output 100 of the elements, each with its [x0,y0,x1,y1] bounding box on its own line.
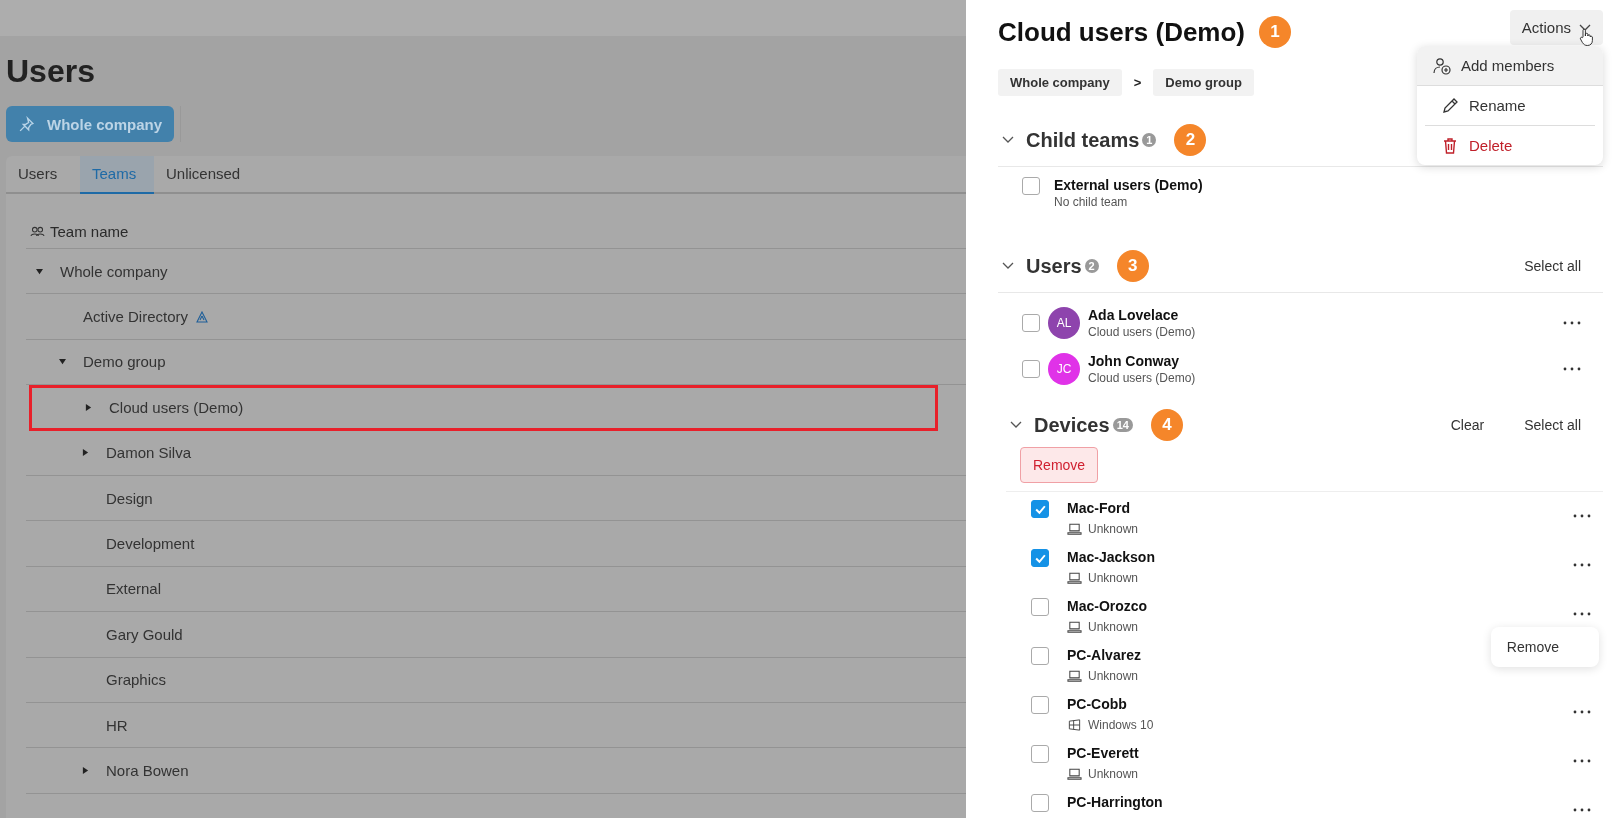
team-name[interactable]: Active Directory [83,308,189,326]
checkbox[interactable] [1031,745,1049,763]
team-name[interactable]: Design [106,489,153,507]
team-name[interactable]: HR [106,716,128,734]
checkbox[interactable] [1022,314,1040,332]
section-title: Users [1026,254,1082,278]
hand-cursor-icon [1579,28,1593,46]
team-name[interactable]: Nora Bowen [106,762,189,779]
more-options-button[interactable] [1563,367,1581,371]
count-badge: 1 [1142,133,1157,147]
more-options-button[interactable] [1563,321,1581,325]
table-row[interactable]: HR [26,702,966,749]
user-team: Cloud users (Demo) [1088,371,1196,385]
team-name[interactable]: Graphics [106,671,167,689]
clear-link[interactable]: Clear [1450,417,1485,433]
count-badge: 2 [1084,259,1099,273]
tab[interactable]: Users [6,156,80,192]
table-row[interactable]: Gary Gould [26,612,966,658]
chevron-icon[interactable] [1002,136,1014,144]
checkbox[interactable] [1031,549,1049,567]
more-options-button[interactable] [1573,759,1591,763]
column-header: Team name [50,222,129,240]
checkbox[interactable] [1031,696,1049,714]
table-row[interactable]: Active Directory [26,294,966,340]
select-all-link[interactable]: Select all [1524,258,1581,274]
device-name: PC-Cobb [1067,696,1128,712]
device-name: Mac-Ford [1067,500,1131,516]
chevron-icon[interactable] [1010,421,1022,429]
table-row[interactable]: Damon Silva [26,430,966,476]
menu-item[interactable]: Delete [1425,126,1595,165]
laptop-icon [1067,572,1082,584]
select-all-link[interactable]: Select all [1524,417,1581,433]
table-row[interactable]: Design [26,475,966,522]
laptop-icon [1067,768,1082,780]
device-os: Windows 10 [1088,718,1154,732]
table-row[interactable]: Graphics [26,657,966,703]
laptop-icon [1067,621,1082,633]
windows-icon [1067,719,1082,731]
team-detail: No child team [1054,195,1129,209]
checkbox[interactable] [1031,500,1049,518]
team-name[interactable]: Damon Silva [106,444,192,462]
count-badge: 14 [1112,418,1133,432]
team-name[interactable]: Development [106,535,195,553]
team-name[interactable]: Cloud users (Demo) [109,398,244,416]
chevron-icon[interactable] [1002,262,1014,270]
device-os: Unknown [1088,767,1139,781]
expanded-arrow-icon[interactable] [59,358,66,366]
device-os: Unknown [1088,571,1139,585]
panel-title: Cloud users (Demo) [998,16,1246,48]
checkbox[interactable] [1022,360,1040,378]
expanded-arrow-icon[interactable] [36,267,43,275]
breadcrumb-chip[interactable]: Whole company [998,69,1122,96]
checkbox[interactable] [1031,794,1049,812]
highlighted-row[interactable]: Cloud users (Demo) [29,385,938,431]
checkbox[interactable] [1031,598,1049,616]
device-name: Mac-Jackson [1067,549,1155,565]
table-row[interactable]: External [26,566,966,613]
pencil-icon [1441,96,1459,115]
user-name: Ada Lovelace [1088,307,1180,323]
user-team: Cloud users (Demo) [1088,325,1196,339]
team-name[interactable]: Whole company [60,262,168,280]
table-row[interactable]: Whole company [26,249,966,295]
section-title: Child teams [1026,128,1140,152]
menu-item[interactable]: Rename [1425,86,1595,126]
device-name: PC-Alvarez [1067,647,1141,663]
more-options-button[interactable] [1573,612,1591,616]
collapsed-arrow-icon[interactable] [82,767,89,774]
tab[interactable]: Unlicensed [154,156,253,192]
remove-button[interactable]: Remove [1020,447,1099,483]
more-options-button[interactable] [1573,710,1591,714]
checkbox[interactable] [1022,177,1040,195]
team-name: External users (Demo) [1054,177,1203,193]
people-icon [30,225,45,237]
callout-badge: 1 [1259,16,1292,48]
breadcrumb-chip[interactable]: Demo group [1153,69,1254,96]
actions-button[interactable]: Actions [1509,10,1603,45]
checkbox[interactable] [1031,647,1049,665]
pin-icon [18,115,35,133]
collapsed-arrow-icon[interactable] [82,449,89,457]
table-row[interactable]: Nora Bowen [26,748,966,794]
table-row[interactable]: Development [26,521,966,567]
row-menu-remove[interactable]: Remove [1490,627,1599,667]
callout-badge: 3 [1116,250,1149,282]
avatar: JC [1048,353,1080,385]
menu-item[interactable]: Add members [1417,46,1603,86]
device-name: PC-Harrington [1067,794,1163,810]
team-name[interactable]: External [106,580,162,598]
device-os: Unknown [1088,522,1139,536]
more-options-button[interactable] [1573,514,1591,518]
more-options-button[interactable] [1573,563,1591,567]
table-row[interactable]: Demo group [26,339,966,386]
collapsed-arrow-icon[interactable] [85,403,92,411]
team-name[interactable]: Demo group [83,353,166,371]
add-person-icon [1433,56,1451,75]
avatar: AL [1048,307,1080,339]
device-name: Mac-Orozco [1067,598,1148,614]
more-options-button[interactable] [1573,808,1591,812]
user-name: John Conway [1088,353,1180,369]
team-name[interactable]: Gary Gould [106,625,183,643]
device-os: Unknown [1088,620,1139,634]
